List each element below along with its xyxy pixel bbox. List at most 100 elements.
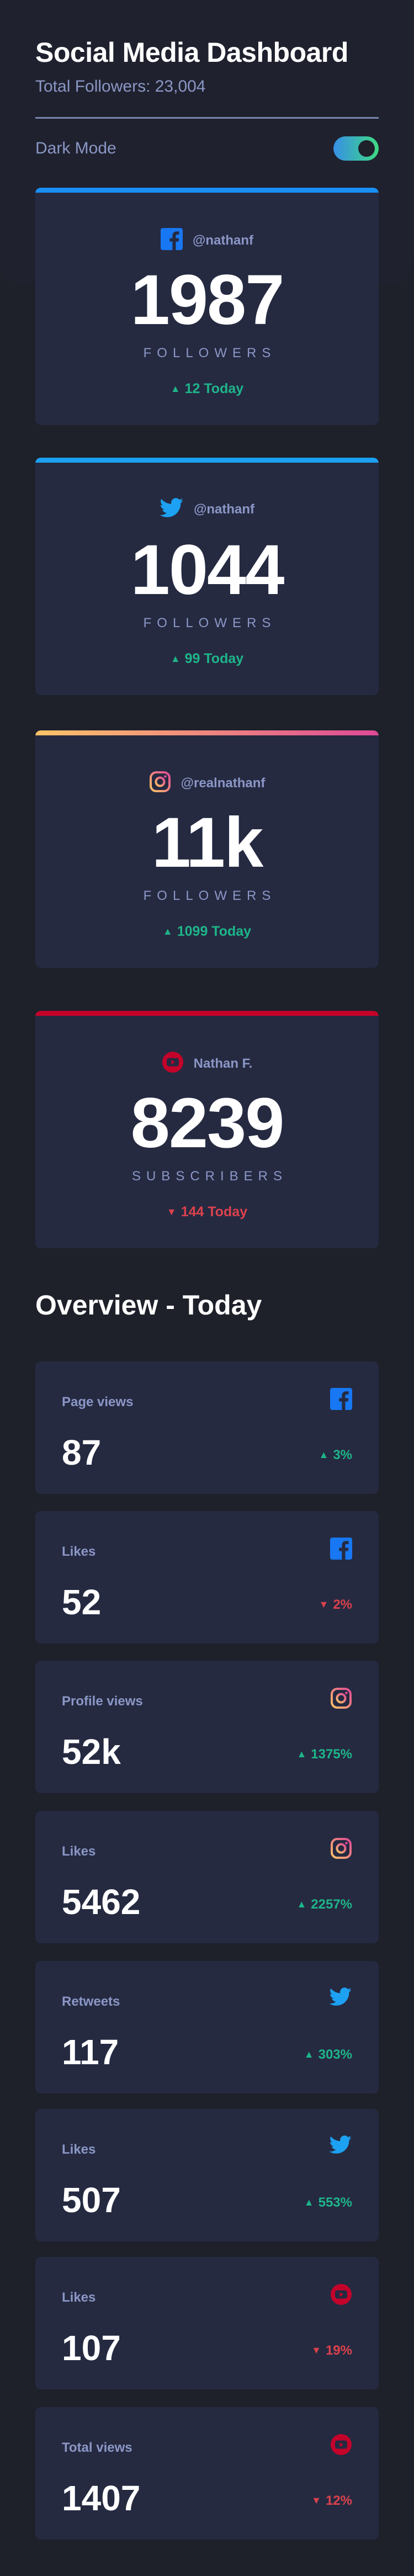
overview-change-text: 19% xyxy=(325,2343,352,2358)
card-handle-row: @realnathanf xyxy=(35,771,379,796)
overview-value: 117 xyxy=(62,2032,119,2072)
overview-card-instagram-likes[interactable]: Likes 5462 ▲ 2257% xyxy=(35,1811,379,1943)
follower-change: ▲ 99 Today xyxy=(35,651,379,667)
overview-change: ▼ 19% xyxy=(311,2343,352,2358)
arrow-up-icon: ▲ xyxy=(296,1748,307,1759)
follower-change-text: 1099 Today xyxy=(177,924,252,939)
instagram-icon xyxy=(330,1837,352,1862)
dark-mode-label: Dark Mode xyxy=(35,139,116,157)
dark-mode-row: Dark Mode xyxy=(35,136,379,161)
overview-value: 52 xyxy=(62,1582,102,1622)
card-handle: @nathanf xyxy=(192,232,254,248)
followers-card-twitter[interactable]: @nathanf 1044 FOLLOWERS ▲ 99 Today xyxy=(35,458,379,695)
arrow-up-icon: ▲ xyxy=(304,2197,314,2208)
overview-label: Page views xyxy=(62,1395,134,1409)
subscriber-change-text: 144 Today xyxy=(181,1204,248,1220)
facebook-icon xyxy=(330,1538,352,1562)
follower-unit: FOLLOWERS xyxy=(143,888,277,903)
followers-card-instagram[interactable]: @realnathanf 11k FOLLOWERS ▲ 1099 Today xyxy=(35,730,379,968)
overview-change: ▲ 303% xyxy=(304,2047,352,2063)
overview-change: ▼ 12% xyxy=(311,2493,352,2509)
overview-card-facebook-likes[interactable]: Likes 52 ▼ 2% xyxy=(35,1511,379,1644)
overview-title: Overview - Today xyxy=(35,1290,262,1321)
followers-card-facebook[interactable]: @nathanf 1987 FOLLOWERS ▲ 12 Today xyxy=(35,188,379,425)
follower-unit: FOLLOWERS xyxy=(143,346,277,361)
overview-card-instagram-profile-views[interactable]: Profile views 52k ▲ 1375% xyxy=(35,1661,379,1793)
overview-value: 1407 xyxy=(62,2478,141,2518)
facebook-icon xyxy=(160,228,183,253)
overview-label: Likes xyxy=(62,2142,96,2157)
overview-value: 507 xyxy=(62,2180,121,2220)
overview-change: ▲ 3% xyxy=(319,1448,352,1463)
follower-change-text: 99 Today xyxy=(184,651,244,666)
overview-value: 107 xyxy=(62,2328,121,2368)
header-divider xyxy=(35,117,379,119)
followers-card-youtube[interactable]: Nathan F. 8239 SUBSCRIBERS ▼ 144 Today xyxy=(35,1011,379,1248)
card-accent-bar xyxy=(35,1011,379,1016)
overview-label: Likes xyxy=(62,1544,96,1559)
overview-change-text: 1375% xyxy=(311,1747,352,1762)
overview-change-text: 3% xyxy=(333,1448,352,1462)
overview-label: Retweets xyxy=(62,1994,120,2009)
subscriber-count: 8239 xyxy=(130,1084,285,1163)
dark-mode-toggle[interactable] xyxy=(333,136,379,161)
card-handle-row: Nathan F. xyxy=(35,1051,379,1076)
subscriber-unit: SUBSCRIBERS xyxy=(131,1169,288,1184)
arrow-down-icon: ▼ xyxy=(166,1206,177,1217)
instagram-icon xyxy=(330,1687,352,1712)
overview-label: Likes xyxy=(62,2290,96,2305)
arrow-up-icon: ▲ xyxy=(304,2049,314,2060)
card-handle-row: @nathanf xyxy=(35,498,379,521)
follower-change-text: 12 Today xyxy=(184,381,244,396)
subscriber-change: ▼ 144 Today xyxy=(35,1204,379,1220)
overview-change-text: 303% xyxy=(318,2047,352,2062)
card-handle: Nathan F. xyxy=(193,1056,253,1071)
overview-value: 5462 xyxy=(62,1882,141,1922)
youtube-icon xyxy=(162,1051,184,1076)
arrow-up-icon: ▲ xyxy=(170,383,181,394)
overview-change-text: 2% xyxy=(333,1597,352,1612)
overview-change-text: 12% xyxy=(325,2493,352,2508)
youtube-icon xyxy=(330,2434,352,2458)
overview-card-twitter-likes[interactable]: Likes 507 ▲ 553% xyxy=(35,2109,379,2241)
card-accent-bar xyxy=(35,458,379,463)
card-accent-bar xyxy=(35,188,379,193)
facebook-icon xyxy=(330,1388,352,1413)
overview-label: Likes xyxy=(62,1844,96,1859)
overview-card-facebook-page-views[interactable]: Page views 87 ▲ 3% xyxy=(35,1361,379,1494)
follower-count: 11k xyxy=(151,803,264,882)
overview-change: ▲ 553% xyxy=(304,2195,352,2211)
youtube-icon xyxy=(330,2283,352,2308)
twitter-icon xyxy=(329,1987,352,2009)
card-accent-bar xyxy=(35,730,379,735)
overview-change-text: 553% xyxy=(318,2195,352,2210)
overview-value: 87 xyxy=(62,1433,102,1472)
overview-label: Total views xyxy=(62,2440,132,2455)
arrow-up-icon: ▲ xyxy=(162,926,173,937)
twitter-icon xyxy=(160,498,184,521)
overview-value: 52k xyxy=(62,1732,121,1772)
follower-unit: FOLLOWERS xyxy=(143,616,277,630)
follower-change: ▲ 1099 Today xyxy=(35,924,379,940)
arrow-down-icon: ▼ xyxy=(311,2495,321,2506)
overview-card-youtube-total-views[interactable]: Total views 1407 ▼ 12% xyxy=(35,2407,379,2540)
overview-change: ▲ 1375% xyxy=(296,1747,352,1762)
overview-card-youtube-likes[interactable]: Likes 107 ▼ 19% xyxy=(35,2257,379,2389)
overview-change-text: 2257% xyxy=(311,1897,352,1912)
overview-change: ▼ 2% xyxy=(319,1597,352,1613)
dashboard-header: Social Media Dashboard Total Followers: … xyxy=(35,36,379,96)
toggle-knob xyxy=(358,140,375,157)
follower-count: 1044 xyxy=(130,531,285,609)
overview-card-twitter-retweets[interactable]: Retweets 117 ▲ 303% xyxy=(35,1961,379,2093)
overview-label: Profile views xyxy=(62,1694,143,1709)
total-followers: Total Followers: 23,004 xyxy=(35,77,206,96)
follower-count: 1987 xyxy=(130,261,285,340)
overview-change: ▲ 2257% xyxy=(296,1897,352,1912)
arrow-up-icon: ▲ xyxy=(170,653,181,664)
twitter-icon xyxy=(329,2135,352,2157)
arrow-up-icon: ▲ xyxy=(296,1899,307,1910)
card-handle: @nathanf xyxy=(193,501,255,517)
page-title: Social Media Dashboard xyxy=(35,37,348,68)
follower-change: ▲ 12 Today xyxy=(35,381,379,397)
arrow-down-icon: ▼ xyxy=(319,1599,329,1610)
